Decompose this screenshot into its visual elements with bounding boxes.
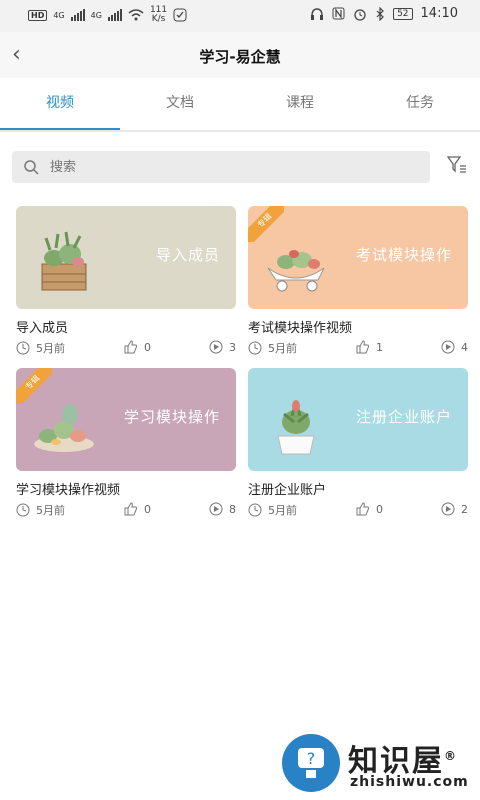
thumbnail-label: 注册企业账户 — [355, 408, 452, 426]
tab-documents[interactable]: 文档 — [120, 78, 240, 130]
video-card[interactable]: 专辑 考试模块操作 考试模块操作视频 5月前 1 4 — [248, 206, 468, 364]
nfc-icon — [332, 7, 345, 20]
thumbnail-label: 导入成员 — [155, 246, 220, 264]
page-title: 学习-易企慧 — [199, 48, 281, 66]
tab-videos[interactable]: 视频 — [0, 78, 120, 131]
video-meta: 5月前 0 2 — [248, 502, 468, 518]
play-icon — [441, 502, 455, 516]
thumbs-up-icon — [356, 502, 369, 516]
video-time: 5月前 — [16, 502, 65, 518]
time-text: 5月前 — [36, 504, 65, 517]
time-text: 5月前 — [268, 342, 297, 355]
video-likes[interactable]: 0 — [124, 340, 151, 354]
video-title[interactable]: 学习模块操作视频 — [16, 479, 120, 498]
watermark-url: zhishiwu.com — [350, 774, 469, 790]
wifi-icon — [128, 9, 144, 21]
bluetooth-icon — [376, 6, 384, 21]
play-icon — [209, 502, 223, 516]
check-icon — [173, 8, 187, 22]
video-plays: 8 — [209, 502, 236, 516]
video-thumbnail[interactable]: 专辑 考试模块操作 — [248, 206, 468, 309]
clock-icon — [248, 341, 262, 355]
video-thumbnail[interactable]: 专辑 学习模块操作 — [16, 368, 236, 471]
video-plays: 4 — [441, 340, 468, 354]
thumbs-up-icon — [356, 340, 369, 354]
time-text: 5月前 — [268, 504, 297, 517]
plays-count: 3 — [229, 340, 236, 354]
network-speed: 111 K/s — [150, 6, 167, 24]
thumbs-up-icon — [124, 502, 137, 516]
app-header: ‹ 学习-易企慧 — [0, 32, 480, 78]
thumbnail-label: 考试模块操作 — [355, 246, 452, 264]
alarm-icon — [354, 8, 366, 21]
svg-text:?: ? — [307, 749, 316, 768]
album-badge: 专辑 — [248, 206, 284, 242]
album-badge: 专辑 — [16, 368, 52, 404]
plays-count: 2 — [461, 502, 468, 516]
clock-icon — [16, 503, 30, 517]
likes-count: 0 — [376, 502, 383, 516]
likes-count: 1 — [376, 340, 383, 354]
succulent-pot-illustration — [277, 400, 315, 455]
status-right: 52 14:10 — [310, 6, 458, 21]
video-plays: 3 — [209, 340, 236, 354]
video-time: 5月前 — [248, 340, 297, 356]
speed-unit: K/s — [151, 14, 166, 24]
play-icon — [441, 340, 455, 354]
video-card[interactable]: 注册企业账户 注册企业账户 5月前 0 2 — [248, 368, 468, 526]
signal-icon-2 — [107, 9, 122, 21]
status-left: HD 4G 4G 111 K/s — [28, 6, 187, 24]
play-icon — [209, 340, 223, 354]
search-icon — [22, 158, 40, 176]
network-type-2: 4G — [90, 10, 102, 20]
likes-count: 0 — [144, 340, 151, 354]
signal-icon-1 — [70, 9, 85, 21]
video-meta: 5月前 0 3 — [16, 340, 236, 356]
status-bar: HD 4G 4G 111 K/s 52 14:10 — [0, 0, 480, 32]
video-likes[interactable]: 0 — [356, 502, 383, 516]
video-time: 5月前 — [248, 502, 297, 518]
clock: 14:10 — [420, 6, 458, 21]
hd-badge: HD — [28, 9, 48, 21]
video-likes[interactable]: 1 — [356, 340, 383, 354]
clock-icon — [248, 503, 262, 517]
thumbs-up-icon — [124, 340, 137, 354]
network-type-1: 4G — [53, 10, 65, 20]
video-plays: 2 — [441, 502, 468, 516]
video-card[interactable]: 导入成员 导入成员 5月前 0 3 — [16, 206, 236, 364]
clock-icon — [16, 341, 30, 355]
plays-count: 8 — [229, 502, 236, 516]
video-title[interactable]: 导入成员 — [16, 317, 68, 336]
tab-divider — [0, 130, 480, 132]
video-title[interactable]: 注册企业账户 — [248, 479, 326, 498]
video-thumbnail[interactable]: 注册企业账户 — [248, 368, 468, 471]
video-time: 5月前 — [16, 340, 65, 356]
plays-count: 4 — [461, 340, 468, 354]
video-likes[interactable]: 0 — [124, 502, 151, 516]
thumbnail-label: 学习模块操作 — [123, 408, 220, 426]
tab-courses[interactable]: 课程 — [240, 78, 360, 130]
time-text: 5月前 — [36, 342, 65, 355]
battery-indicator: 52 — [393, 7, 413, 20]
video-thumbnail[interactable]: 导入成员 — [16, 206, 236, 309]
video-meta: 5月前 0 8 — [16, 502, 236, 518]
video-meta: 5月前 1 4 — [248, 340, 468, 356]
likes-count: 0 — [144, 502, 151, 516]
filter-icon[interactable] — [446, 154, 468, 176]
video-title[interactable]: 考试模块操作视频 — [248, 317, 352, 336]
watermark: ? 知识屋® zhishiwu.com — [282, 734, 478, 794]
succulent-box-illustration — [41, 231, 87, 291]
search-input[interactable] — [48, 158, 392, 176]
video-card[interactable]: 专辑 学习模块操作 学习模块操作视频 5月前 0 8 — [16, 368, 236, 526]
tab-tasks[interactable]: 任务 — [360, 78, 480, 130]
headphones-icon — [311, 7, 324, 20]
watermark-logo-icon: ? — [282, 734, 340, 792]
search-bar[interactable] — [12, 151, 430, 183]
tab-bar: 视频 文档 课程 任务 — [0, 78, 480, 131]
